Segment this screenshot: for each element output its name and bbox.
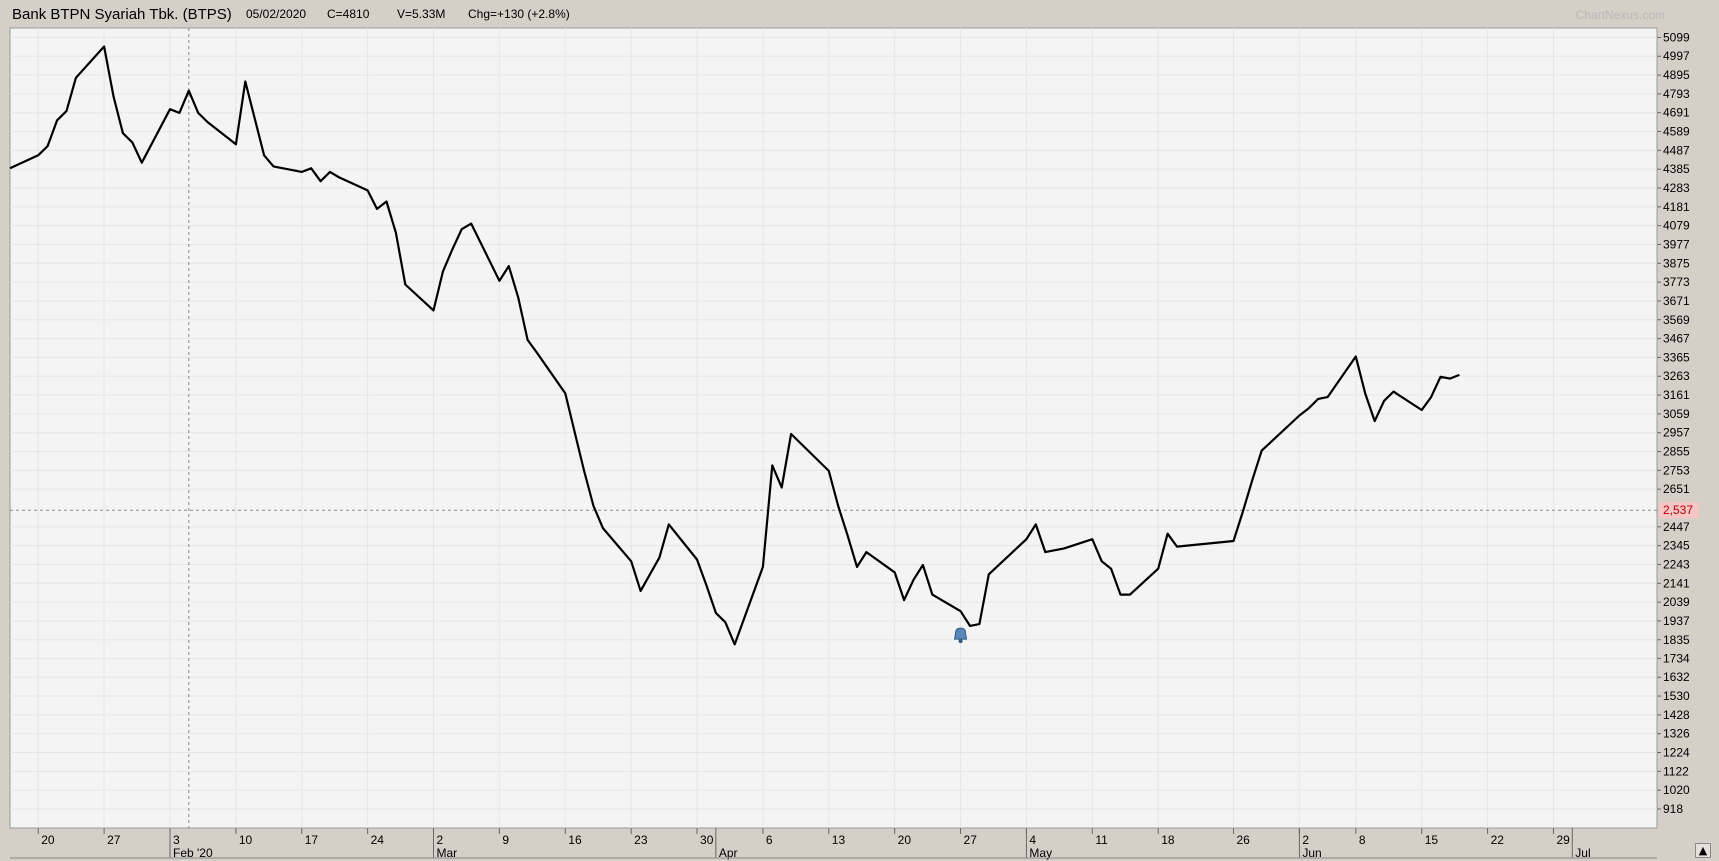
x-day-label: 27	[107, 833, 121, 847]
x-day-label: 22	[1491, 833, 1505, 847]
y-tick-label: 1530	[1663, 689, 1690, 703]
bell-clapper	[958, 639, 963, 644]
y-tick-label: 3977	[1663, 237, 1690, 251]
y-tick-label: 1937	[1663, 614, 1690, 628]
y-tick-label: 1835	[1663, 633, 1690, 647]
y-tick-label: 4895	[1663, 68, 1690, 82]
x-axis: 20 27 3 10 17 24 2 9 16 23 30 6 13 20 27 4 11 18 26 2 8 15 22 2…	[10, 828, 1657, 860]
y-tick-label: 3569	[1663, 313, 1690, 327]
y-tick-label: 4793	[1663, 87, 1690, 101]
x-day-label: 13	[832, 833, 846, 847]
x-day-label: 20	[898, 833, 912, 847]
y-tick-label: 3059	[1663, 407, 1690, 421]
x-day-label: 20	[41, 833, 55, 847]
y-tick-label: 2957	[1663, 426, 1690, 440]
x-day-label: 24	[371, 833, 385, 847]
x-day-label: 27	[964, 833, 978, 847]
x-day-label: 26	[1236, 833, 1250, 847]
x-day-label: 18	[1161, 833, 1175, 847]
x-day-label: 23	[634, 833, 648, 847]
plot-area[interactable]	[9, 27, 1658, 829]
x-day-label: 15	[1425, 833, 1439, 847]
y-tick-label: 4079	[1663, 219, 1690, 233]
x-day-label: 29	[1556, 833, 1570, 847]
y-tick-label: 1734	[1663, 651, 1690, 665]
y-tick-label: 2243	[1663, 557, 1690, 571]
x-day-label: 8	[1359, 833, 1366, 847]
y-tick-label: 5099	[1663, 30, 1690, 44]
y-tick-label: 1020	[1663, 783, 1690, 797]
x-day-label: 2	[437, 833, 444, 847]
y-tick-label: 4487	[1663, 143, 1690, 157]
y-tick-label: 4181	[1663, 200, 1690, 214]
x-day-label: 3	[173, 833, 180, 847]
y-tick-label: 1326	[1663, 727, 1690, 741]
crosshair-price-label: 2,537	[1663, 503, 1693, 517]
x-day-label: 4	[1029, 833, 1036, 847]
x-day-label: 10	[239, 833, 253, 847]
y-tick-label: 2345	[1663, 539, 1690, 553]
bell-body	[953, 627, 968, 640]
y-tick-label: 2855	[1663, 445, 1690, 459]
y-tick-label: 3365	[1663, 350, 1690, 364]
y-tick-label: 3263	[1663, 369, 1690, 383]
y-tick-label: 2651	[1663, 482, 1690, 496]
y-tick-label: 1428	[1663, 708, 1690, 722]
y-tick-label: 4283	[1663, 181, 1690, 195]
x-day-label: 11	[1095, 833, 1108, 847]
x-day-label: 6	[766, 833, 773, 847]
y-tick-label: 4385	[1663, 162, 1690, 176]
x-day-label: 9	[502, 833, 509, 847]
y-tick-label: 3161	[1663, 388, 1690, 402]
y-tick-label: 1122	[1663, 764, 1689, 778]
y-tick-label: 3773	[1663, 275, 1690, 289]
y-tick-label: 2447	[1663, 520, 1690, 534]
x-day-label: 30	[700, 833, 714, 847]
y-tick-label: 4997	[1663, 49, 1690, 63]
y-tick-label: 918	[1663, 802, 1683, 816]
scroll-up-button[interactable]: ▲	[1695, 843, 1711, 858]
x-day-label: 2	[1302, 833, 1309, 847]
y-tick-label: 4691	[1663, 106, 1690, 120]
y-tick-label: 1632	[1663, 670, 1690, 684]
price-chart[interactable]: 9181020112212241326142815301632173418351…	[0, 0, 1719, 861]
y-tick-label: 2039	[1663, 595, 1690, 609]
y-tick-label: 2141	[1663, 576, 1690, 590]
y-tick-label: 4589	[1663, 125, 1690, 139]
x-day-label: 17	[305, 833, 319, 847]
y-tick-label: 3671	[1663, 294, 1690, 308]
y-tick-label: 2753	[1663, 463, 1690, 477]
y-axis: 918 1020 1122 1224 1326 1428 1530 1632 1734 1835 1…	[1657, 30, 1699, 816]
y-tick-label: 3467	[1663, 332, 1690, 346]
y-tick-label: 3875	[1663, 256, 1690, 270]
x-day-label: 16	[568, 833, 582, 847]
y-tick-label: 1224	[1663, 746, 1690, 760]
